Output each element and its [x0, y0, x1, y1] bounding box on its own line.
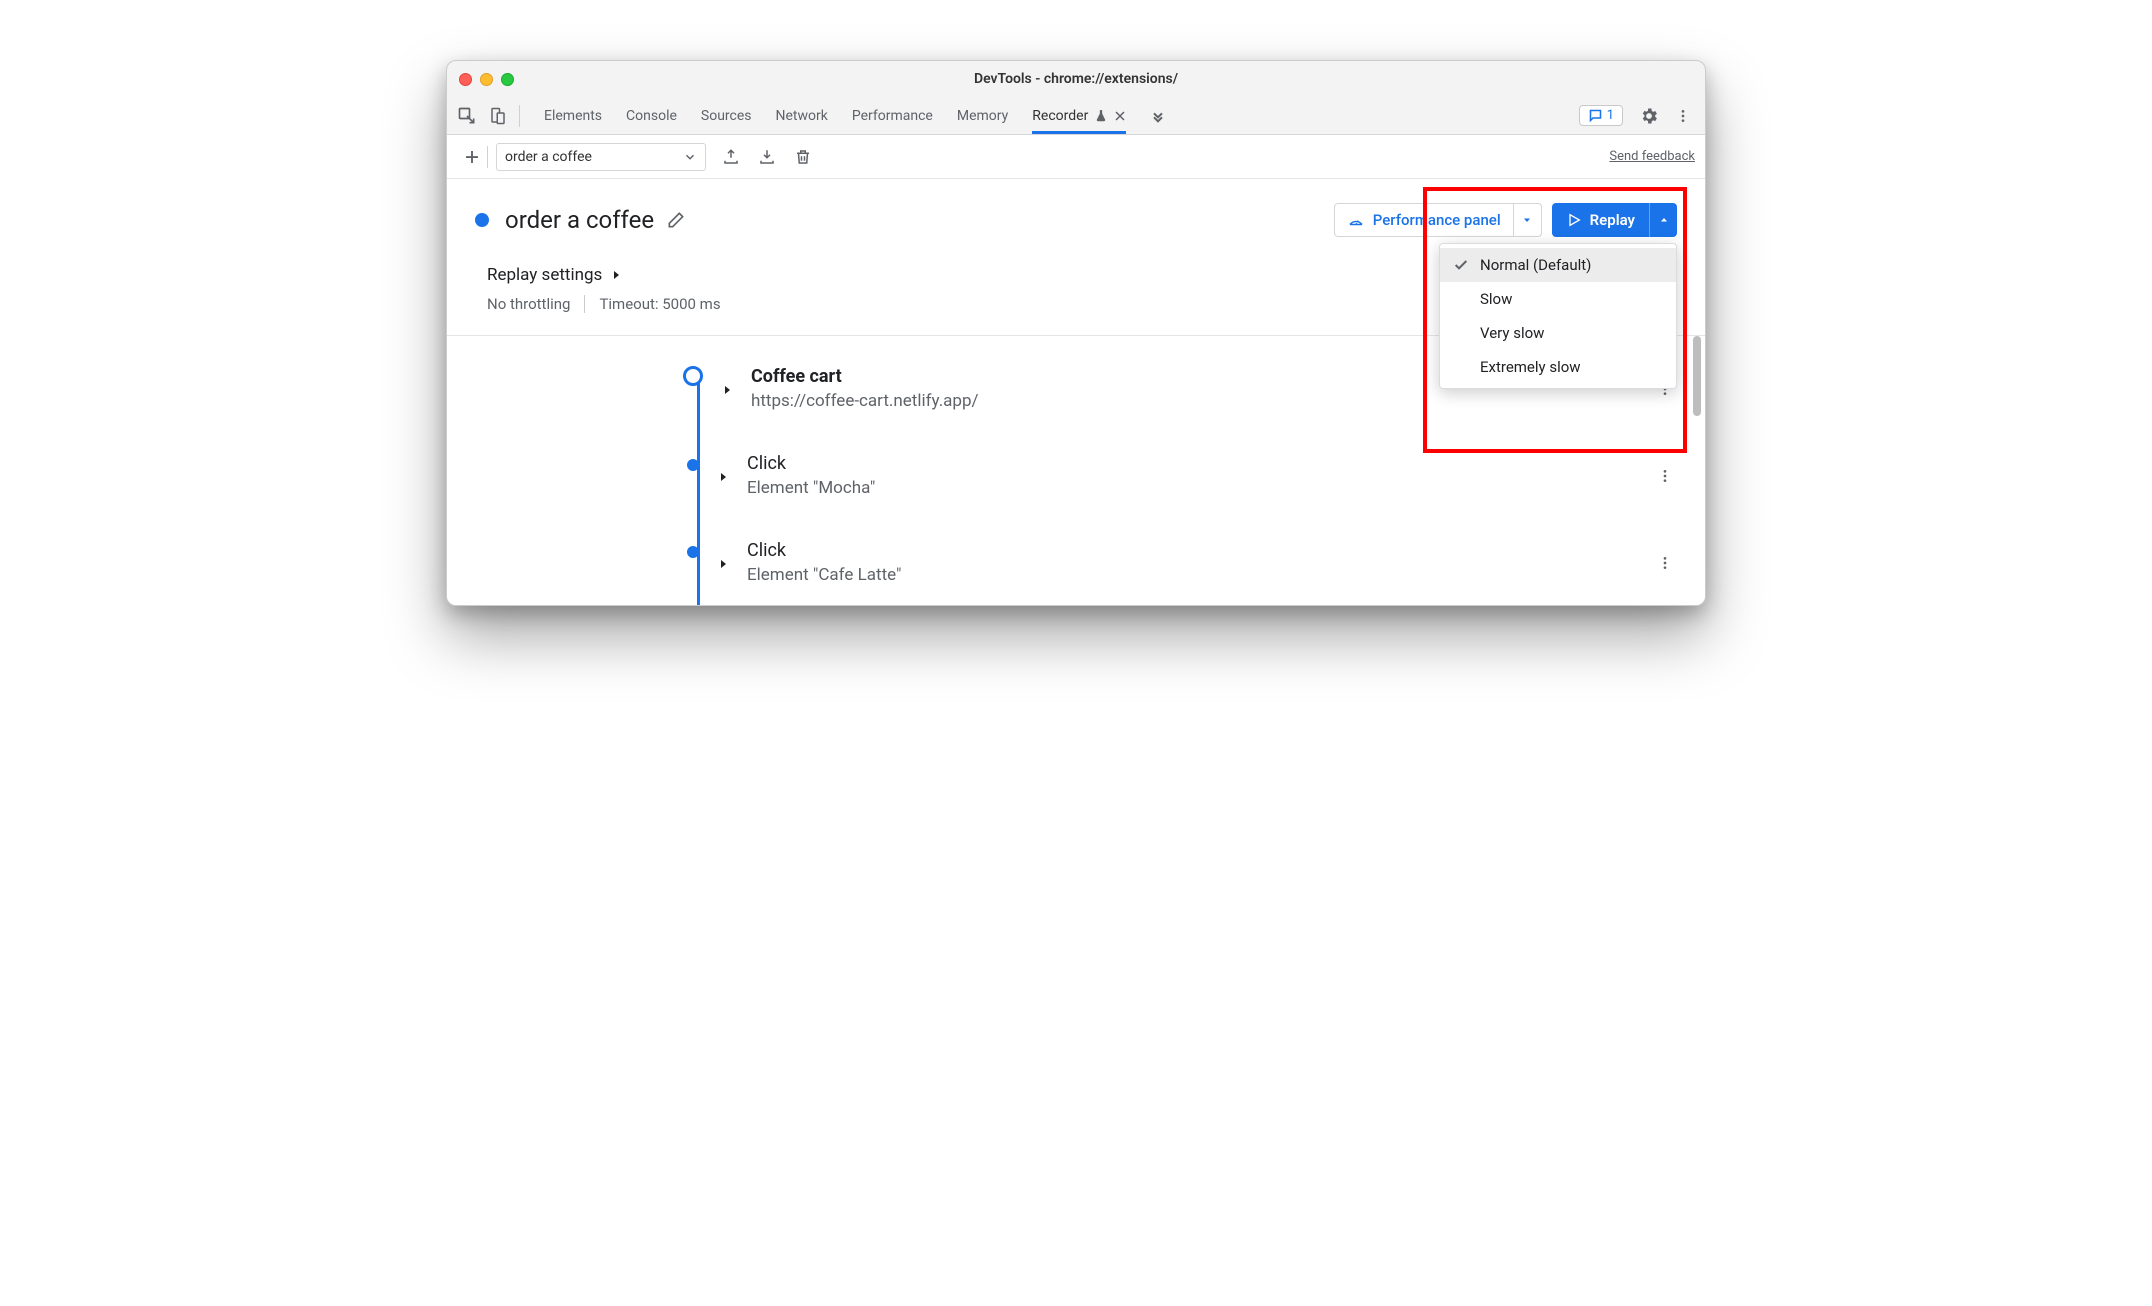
recording-select[interactable]: order a coffee: [496, 143, 706, 171]
issues-button[interactable]: 1: [1579, 105, 1623, 126]
speed-option-slow[interactable]: Slow: [1440, 282, 1676, 316]
tab-recorder[interactable]: Recorder: [1032, 97, 1126, 134]
step-marker-icon: [683, 366, 703, 386]
fullscreen-window-button[interactable]: [501, 73, 514, 86]
devtools-tabstrip: Elements Console Sources Network Perform…: [447, 97, 1705, 135]
performance-panel-label: Performance panel: [1373, 211, 1501, 229]
speed-option-extremely-slow[interactable]: Extremely slow: [1440, 350, 1676, 384]
chevron-down-icon: [683, 150, 697, 164]
scrollbar-thumb[interactable]: [1693, 336, 1701, 416]
speed-option-label: Slow: [1480, 290, 1512, 308]
expand-step-icon[interactable]: [717, 455, 729, 498]
speed-option-normal[interactable]: Normal (Default): [1440, 248, 1676, 282]
step-subtitle: Element "Mocha": [747, 478, 875, 498]
performance-panel-button: Performance panel: [1334, 203, 1542, 237]
divider: [584, 295, 585, 313]
import-icon[interactable]: [758, 147, 776, 167]
tab-console[interactable]: Console: [626, 97, 677, 134]
tab-elements[interactable]: Elements: [544, 97, 602, 134]
step-more-icon[interactable]: [1657, 453, 1677, 498]
recording-indicator-icon: [475, 213, 489, 227]
more-options-icon[interactable]: [1675, 106, 1691, 126]
recorder-toolbar: order a coffee Send feedback: [447, 135, 1705, 179]
step-item: Click Element "Mocha": [683, 453, 1677, 498]
export-icon[interactable]: [722, 147, 740, 167]
experiment-icon: [1094, 109, 1108, 123]
send-feedback-link[interactable]: Send feedback: [1609, 149, 1695, 164]
performance-panel-main[interactable]: Performance panel: [1335, 211, 1513, 229]
step-marker-icon: [687, 459, 699, 471]
issues-count: 1: [1607, 108, 1614, 123]
titlebar: DevTools - chrome://extensions/: [447, 61, 1705, 97]
settings-icon[interactable]: [1639, 106, 1659, 126]
replay-main[interactable]: Replay: [1552, 211, 1649, 229]
new-recording-button[interactable]: [457, 148, 487, 166]
step-item: Click Element "Cafe Latte": [683, 540, 1677, 585]
minimize-window-button[interactable]: [480, 73, 493, 86]
replay-speed-dropdown[interactable]: [1649, 203, 1677, 237]
step-subtitle: Element "Cafe Latte": [747, 565, 901, 585]
window-controls: [459, 73, 514, 86]
step-title: Click: [747, 453, 875, 474]
timeout-value: Timeout: 5000 ms: [599, 295, 720, 313]
delete-icon[interactable]: [794, 147, 812, 167]
step-more-icon[interactable]: [1657, 540, 1677, 585]
recording-header: order a coffee Performance panel Replay: [447, 179, 1705, 247]
step-title: Click: [747, 540, 901, 561]
recording-title: order a coffee: [505, 206, 654, 234]
more-tabs-icon[interactable]: [1150, 108, 1166, 124]
recording-select-value: order a coffee: [505, 149, 592, 165]
check-icon: [1452, 257, 1470, 273]
speed-option-very-slow[interactable]: Very slow: [1440, 316, 1676, 350]
step-marker-icon: [687, 546, 699, 558]
expand-step-icon[interactable]: [717, 542, 729, 585]
tab-performance[interactable]: Performance: [852, 97, 933, 134]
expand-step-icon[interactable]: [721, 368, 733, 411]
throttling-value: No throttling: [487, 295, 570, 313]
inspect-element-icon[interactable]: [457, 106, 477, 126]
speed-option-label: Normal (Default): [1480, 256, 1591, 274]
edit-title-icon[interactable]: [666, 210, 686, 230]
tab-sources[interactable]: Sources: [701, 97, 752, 134]
close-tab-icon[interactable]: [1114, 110, 1126, 122]
replay-button: Replay: [1552, 203, 1677, 237]
replay-label: Replay: [1590, 211, 1635, 229]
step-subtitle: https://coffee-cart.netlify.app/: [751, 391, 979, 411]
devtools-window: DevTools - chrome://extensions/ Elements…: [446, 60, 1706, 606]
replay-speed-menu: Normal (Default) Slow Very slow Extremel…: [1439, 243, 1677, 389]
divider: [519, 105, 520, 127]
chevron-right-icon: [610, 269, 622, 281]
window-title: DevTools - chrome://extensions/: [447, 71, 1705, 87]
tab-memory[interactable]: Memory: [957, 97, 1008, 134]
close-window-button[interactable]: [459, 73, 472, 86]
step-title: Coffee cart: [751, 366, 979, 387]
device-toolbar-icon[interactable]: [489, 106, 507, 126]
speed-option-label: Extremely slow: [1480, 358, 1581, 376]
tab-network[interactable]: Network: [776, 97, 828, 134]
performance-panel-dropdown[interactable]: [1513, 204, 1541, 236]
speed-option-label: Very slow: [1480, 324, 1544, 342]
divider: [487, 146, 488, 168]
